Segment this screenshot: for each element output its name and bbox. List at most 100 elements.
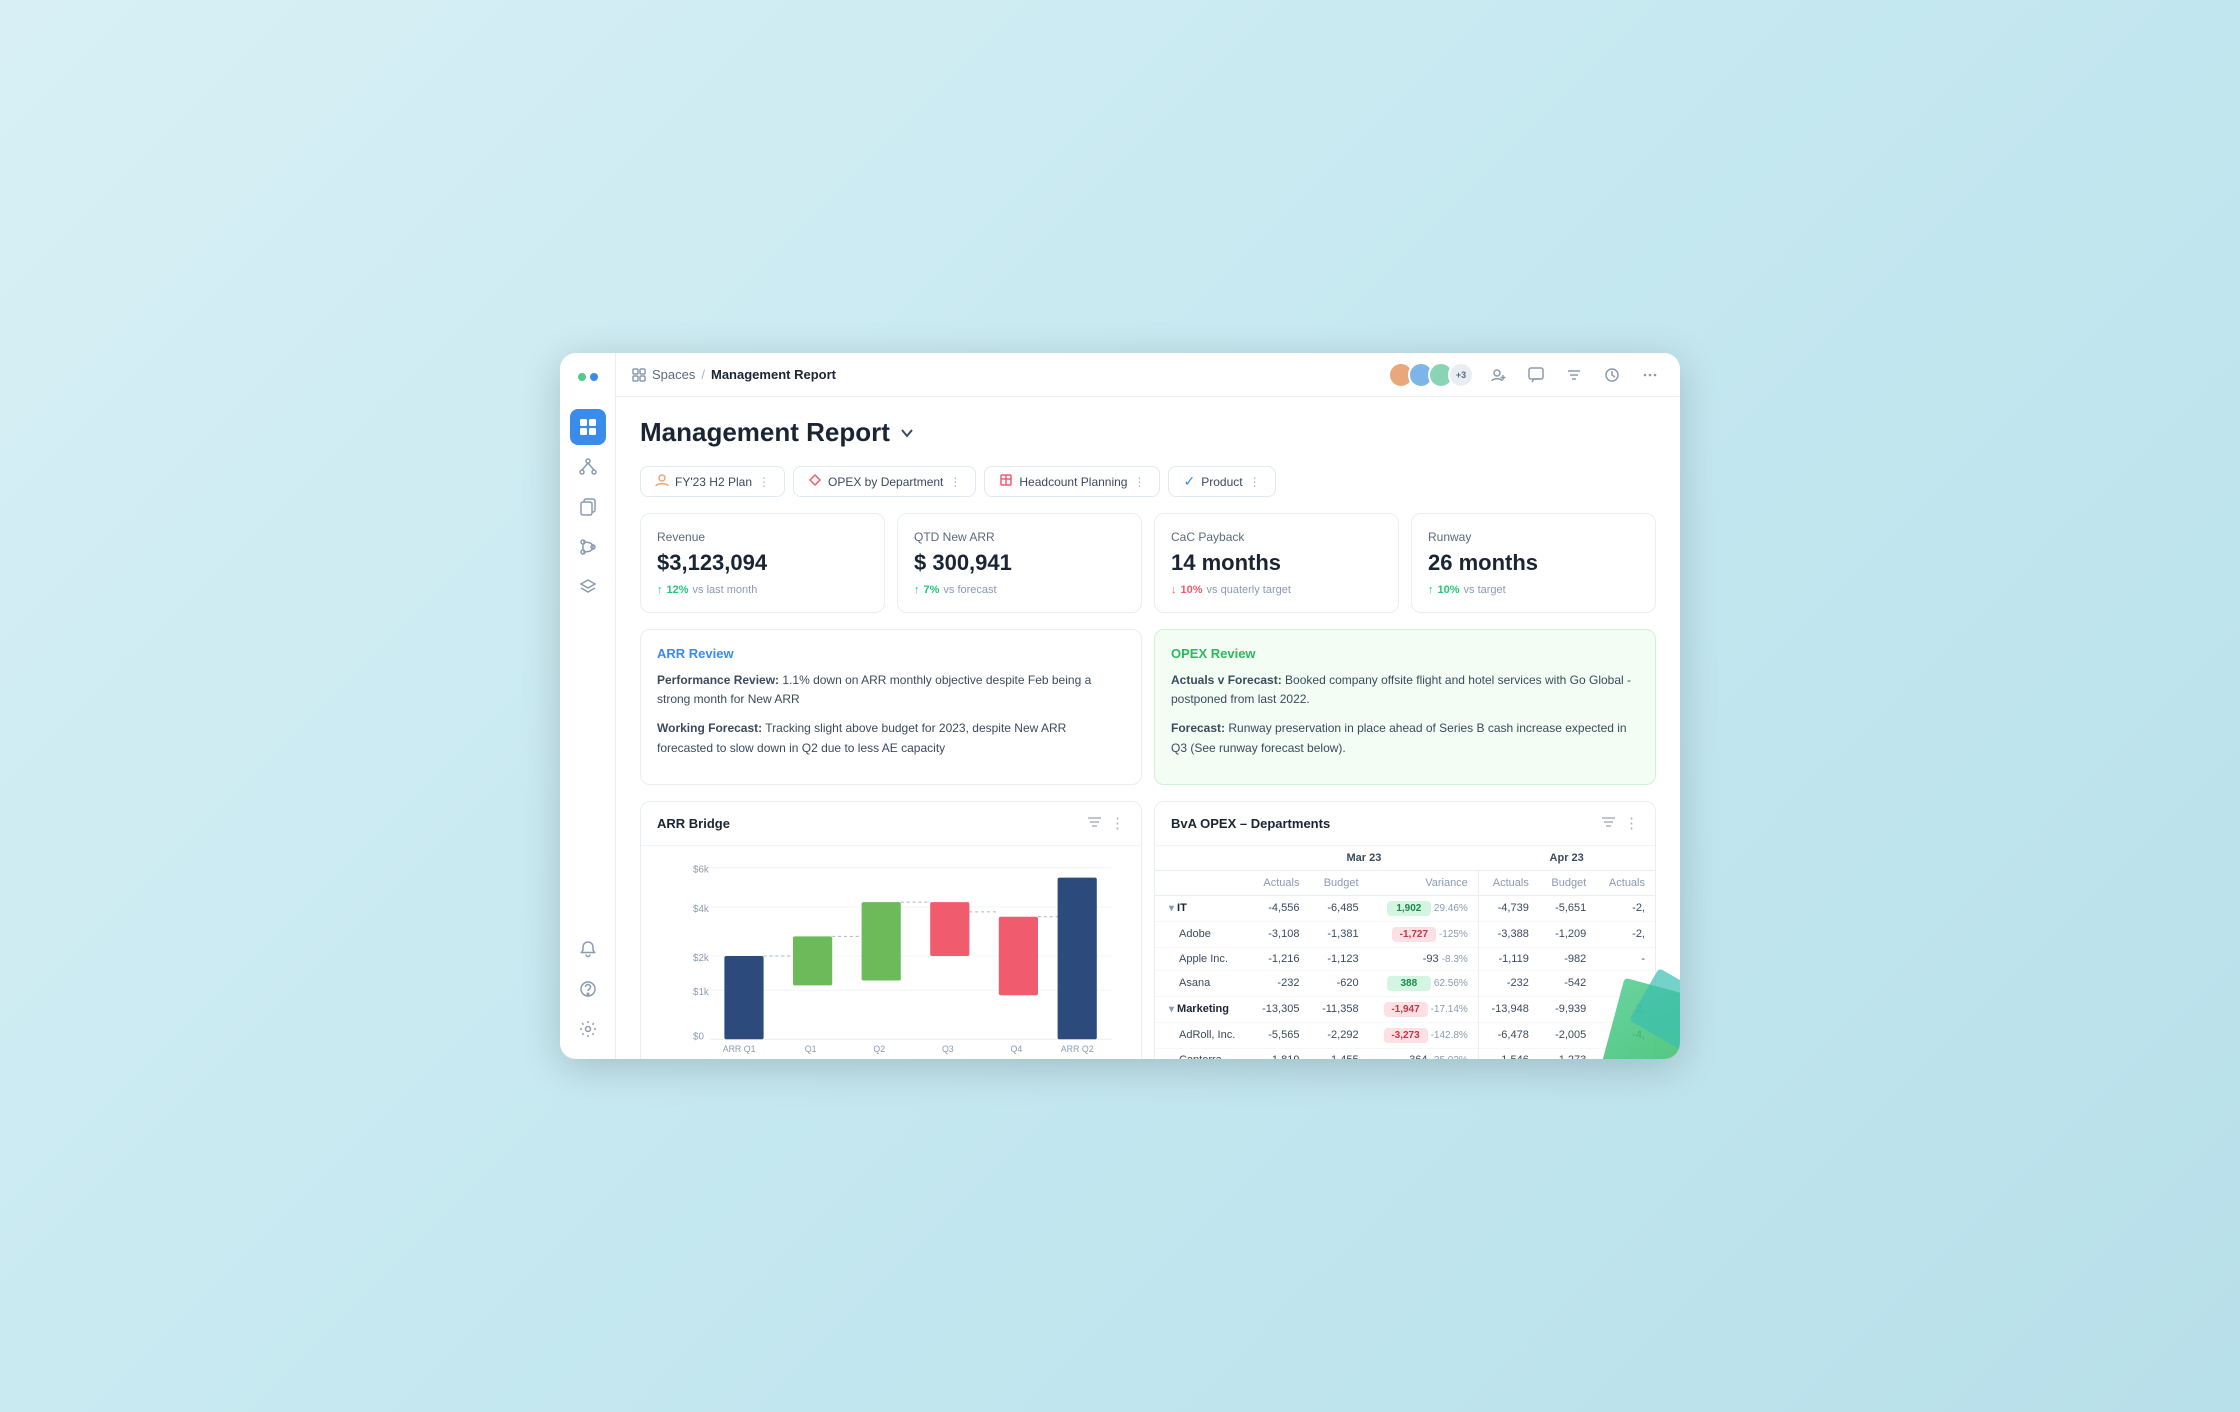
history-button[interactable] [1598,361,1626,389]
kpi-runway-arrow: ↑ [1428,584,1434,596]
tab-product[interactable]: ✓ Product ⋮ [1168,466,1275,497]
tab-product-more[interactable]: ⋮ [1249,475,1261,489]
kpi-runway: Runway 26 months ↑ 10% vs target [1411,513,1656,613]
kpi-revenue: Revenue $3,123,094 ↑ 12% vs last month [640,513,885,613]
tab-headcount-more[interactable]: ⋮ [1133,475,1145,489]
title-chevron-icon[interactable] [898,424,916,442]
arr-review-p2: Working Forecast: Tracking slight above … [657,719,1125,757]
opex-review-p2: Forecast: Runway preservation in place a… [1171,719,1639,757]
arr-bridge-actions: ⋮ [1087,814,1125,833]
opex-review-p1: Actuals v Forecast: Booked company offsi… [1171,671,1639,709]
tab-fy23-more[interactable]: ⋮ [758,475,770,489]
tab-headcount-label: Headcount Planning [1019,475,1127,489]
bva-opex-card: BvA OPEX – Departments ⋮ [1154,801,1656,1059]
sidebar-settings[interactable] [570,1011,606,1047]
bva-opex-header: BvA OPEX – Departments ⋮ [1155,802,1655,846]
avatar-group: +3 [1388,362,1474,388]
add-user-button[interactable] [1484,361,1512,389]
kpi-arr-trend: ↑ 7% vs forecast [914,584,1125,596]
tab-headcount[interactable]: Headcount Planning ⋮ [984,466,1160,497]
topbar: Spaces / Management Report +3 [616,353,1680,397]
svg-text:$6k: $6k [693,864,709,875]
bottom-row: ARR Bridge ⋮ [640,801,1656,1059]
kpi-runway-desc: vs target [1464,584,1506,596]
arr-bridge-svg: $6k $4k $2k $1k $0 [657,858,1125,1054]
kpi-runway-value: 26 months [1428,550,1639,576]
arr-bridge-card: ARR Bridge ⋮ [640,801,1142,1059]
arr-review-p1-label: Performance Review: [657,673,779,687]
kpi-arr-value: $ 300,941 [914,550,1125,576]
bva-opex-table: Mar 23 Apr 23 Actuals Budget Variance Ac… [1155,846,1655,1059]
spaces-icon [632,368,646,382]
tab-fy23[interactable]: FY'23 H2 Plan ⋮ [640,466,785,497]
bva-opex-table-area: Mar 23 Apr 23 Actuals Budget Variance Ac… [1155,846,1655,1059]
tab-opex-icon [808,473,822,490]
topbar-right: +3 [1388,361,1664,389]
kpi-revenue-label: Revenue [657,530,868,544]
opex-review-p2-label: Forecast: [1171,721,1225,735]
opex-review-p1-label: Actuals v Forecast: [1171,673,1282,687]
kpi-revenue-trend: ↑ 12% vs last month [657,584,868,596]
kpi-cac: CaC Payback 14 months ↓ 10% vs quaterly … [1154,513,1399,613]
tab-opex[interactable]: OPEX by Department ⋮ [793,466,976,497]
more-options-button[interactable] [1636,361,1664,389]
svg-text:$1k: $1k [693,987,709,998]
bva-opex-more-icon[interactable]: ⋮ [1624,814,1639,833]
tab-product-label: Product [1201,475,1242,489]
tab-fy23-label: FY'23 H2 Plan [675,475,752,489]
svg-text:Q3: Q3 [942,1044,954,1054]
kpi-arr-label: QTD New ARR [914,530,1125,544]
kpi-cac-value: 14 months [1171,550,1382,576]
comment-button[interactable] [1522,361,1550,389]
sidebar-item-layers[interactable] [570,569,606,605]
sidebar-bottom [570,931,606,1047]
sidebar-help[interactable] [570,971,606,1007]
table-row: Apple Inc.-1,216-1,123-93 -8.3%-1,119-98… [1155,947,1655,970]
col-apr-actuals2: Actuals [1596,870,1655,895]
col-mar-actuals: Actuals [1249,870,1309,895]
arr-review-p1: Performance Review: 1.1% down on ARR mon… [657,671,1125,709]
svg-text:ARR Q2: ARR Q2 [1061,1044,1094,1054]
tab-product-check-icon: ✓ [1183,473,1195,490]
arr-bridge-more-icon[interactable]: ⋮ [1110,814,1125,833]
kpi-cac-trend: ↓ 10% vs quaterly target [1171,584,1382,596]
kpi-revenue-value: $3,123,094 [657,550,868,576]
sidebar-item-grid[interactable] [570,409,606,445]
tab-opex-more[interactable]: ⋮ [949,475,961,489]
bva-opex-filter-icon[interactable] [1601,814,1616,833]
svg-text:$0: $0 [693,1031,704,1042]
col-mar-budget: Budget [1309,870,1368,895]
content-area: Management Report FY'23 H2 Plan ⋮ [616,397,1680,1059]
sidebar-item-copy[interactable] [570,489,606,525]
arr-bridge-chart: $6k $4k $2k $1k $0 [641,846,1141,1059]
kpi-arr-desc: vs forecast [943,584,996,596]
opex-review-box: OPEX Review Actuals v Forecast: Booked c… [1154,629,1656,785]
sidebar-item-branch[interactable] [570,529,606,565]
avatar-overflow: +3 [1448,362,1474,388]
col-group-apr: Apr 23 [1478,846,1655,871]
app-logo [578,365,598,389]
arr-bridge-header: ARR Bridge ⋮ [641,802,1141,846]
review-row: ARR Review Performance Review: 1.1% down… [640,629,1656,785]
sidebar-notifications[interactable] [570,931,606,967]
filter-button[interactable] [1560,361,1588,389]
kpi-revenue-pct: 12% [667,584,689,596]
arr-review-title: ARR Review [657,646,1125,661]
col-header-name [1155,846,1249,871]
svg-text:$2k: $2k [693,953,709,964]
arr-bridge-filter-icon[interactable] [1087,814,1102,833]
kpi-cac-arrow: ↓ [1171,584,1177,596]
tab-fy23-icon [655,473,669,490]
col-apr-budget: Budget [1539,870,1596,895]
sidebar-item-hierarchy[interactable] [570,449,606,485]
app-shell: Spaces / Management Report +3 [560,353,1680,1059]
col-group-mar: Mar 23 [1249,846,1478,871]
arr-bridge-title: ARR Bridge [657,816,1087,831]
bva-opex-tbody: ▾IT-4,556-6,4851,902 29.46%-4,739-5,651-… [1155,895,1655,1059]
kpi-arr-pct: 7% [924,584,940,596]
bva-opex-actions: ⋮ [1601,814,1639,833]
table-row: ▾Marketing-13,305-11,358-1,947 -17.14%-1… [1155,996,1655,1022]
col-mar-variance: Variance [1369,870,1479,895]
arr-review-p2-label: Working Forecast: [657,721,762,735]
opex-review-p2-text: Runway preservation in place ahead of Se… [1171,721,1627,754]
